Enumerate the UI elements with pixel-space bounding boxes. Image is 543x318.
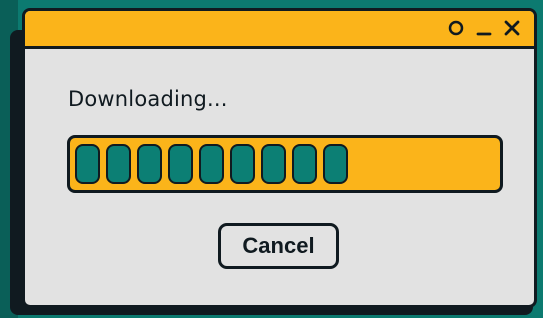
progress-bar bbox=[67, 135, 503, 193]
progress-segment bbox=[261, 144, 286, 184]
progress-segment bbox=[199, 144, 224, 184]
progress-segment bbox=[168, 144, 193, 184]
download-dialog: Downloading... Cancel bbox=[22, 8, 537, 308]
progress-segment bbox=[230, 144, 255, 184]
cancel-button[interactable]: Cancel bbox=[218, 223, 339, 269]
progress-segment bbox=[137, 144, 162, 184]
status-text: Downloading... bbox=[68, 87, 228, 111]
titlebar bbox=[25, 11, 534, 49]
window-controls bbox=[446, 18, 522, 38]
progress-segment bbox=[323, 144, 348, 184]
close-icon[interactable] bbox=[502, 18, 522, 38]
progress-segment bbox=[106, 144, 131, 184]
progress-segment bbox=[75, 144, 100, 184]
circle-icon[interactable] bbox=[446, 18, 466, 38]
minimize-icon[interactable] bbox=[474, 18, 494, 38]
progress-segment bbox=[292, 144, 317, 184]
